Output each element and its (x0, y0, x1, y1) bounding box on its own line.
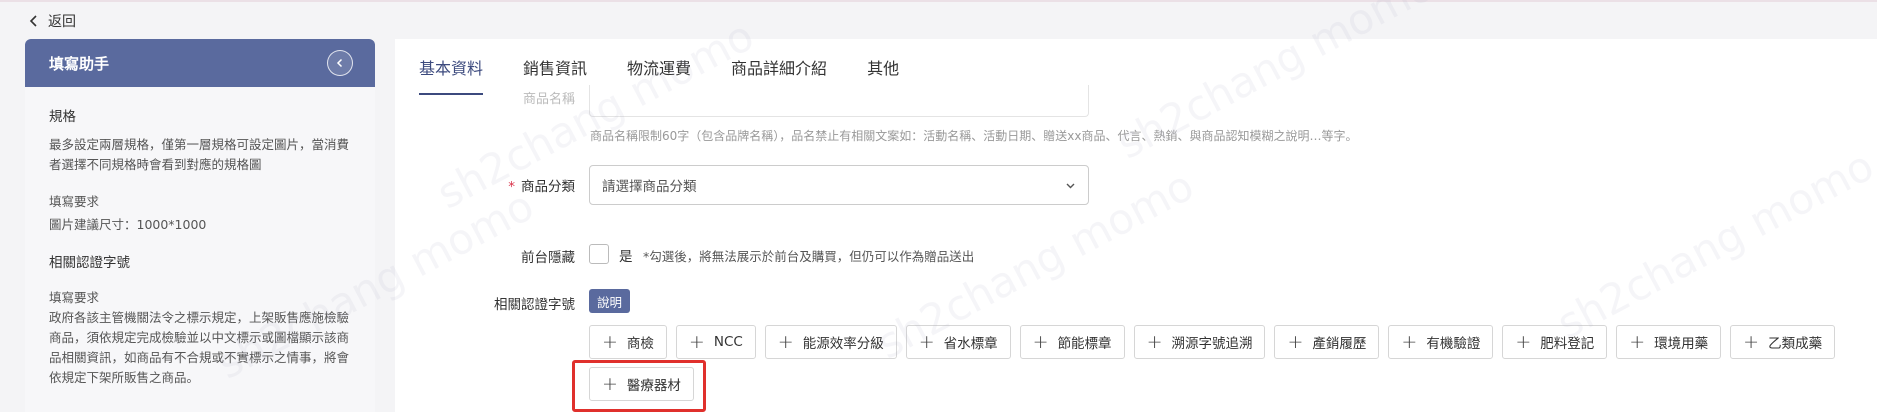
tab-sales-info[interactable]: 銷售資訊 (523, 39, 587, 95)
add-cert-tag-button[interactable]: + 環境用藥 (1616, 325, 1722, 359)
add-cert-tag-button[interactable]: + 產銷履歷 (1274, 325, 1380, 359)
tab-basic-info[interactable]: 基本資料 (419, 39, 484, 95)
plus-icon: + (1032, 330, 1049, 353)
cert-label: 相關認證字號 (494, 297, 575, 313)
helper-section-heading: 填寫要求 (49, 290, 100, 305)
helper-body: 規格 最多設定兩層規格，僅第一層規格可設定圖片，當消費者選擇不同規格時會看到對應… (25, 87, 375, 412)
add-cert-tag-button[interactable]: + 商檢 (589, 325, 667, 359)
plus-icon: + (602, 372, 618, 395)
plus-icon: + (1146, 330, 1163, 353)
hide-hint: *勾選後，將無法展示於前台及購買，但仍可以作為贈品送出 (643, 249, 975, 264)
plus-icon: + (1287, 330, 1304, 353)
add-cert-tag-button[interactable]: + 節能標章 (1019, 325, 1125, 359)
add-cert-tag-button[interactable]: + 乙類成藥 (1730, 325, 1836, 359)
helper-section-heading: 規格 (49, 109, 76, 125)
cert-tag-label: 醫療器材 (626, 378, 681, 394)
product-name-hint: 商品名稱限制60字（包含品牌名稱），品名禁止有相關文案如：活動名稱、活動日期、贈… (590, 129, 1358, 143)
category-placeholder: 請選擇商品分類 (602, 179, 697, 195)
helper-section-value: 圖片建議尺寸：1000*1000 (49, 217, 207, 232)
cert-tag-label: 能源效率分級 (802, 336, 884, 352)
category-select[interactable]: 請選擇商品分類 (589, 165, 1089, 205)
category-label-text: 商品分類 (521, 179, 575, 195)
cert-tag-label: 有機驗證 (1426, 336, 1481, 352)
helper-sidebar: 填寫助手 規格 最多設定兩層規格，僅第一層規格可設定圖片，當消費者選擇不同規格時… (25, 39, 375, 412)
chevron-left-icon (29, 15, 37, 27)
plus-icon: + (688, 330, 705, 353)
chevron-left-icon (336, 58, 343, 68)
chevron-down-icon (1066, 183, 1075, 188)
cert-tag-label: 商檢 (626, 336, 654, 352)
plus-icon: + (1515, 330, 1532, 353)
back-link[interactable]: 返回 (28, 10, 76, 32)
cert-tag-label: NCC (713, 334, 743, 350)
add-cert-tag-button[interactable]: + NCC (675, 325, 756, 359)
cert-tag-label: 省水標章 (943, 336, 998, 352)
add-cert-tag-button[interactable]: + 能源效率分級 (764, 325, 897, 359)
plus-icon: + (918, 330, 935, 353)
cert-tag-list: + 商檢 + NCC + 能源效率分級 + 省水標章 + 節能標章 + 溯源字號追溯 + 產銷… (589, 325, 1877, 401)
cert-tag-label: 產銷履歷 (1312, 336, 1367, 352)
hide-checkbox[interactable] (589, 244, 609, 264)
product-name-input[interactable] (589, 85, 1089, 117)
add-cert-tag-button[interactable]: + 有機驗證 (1388, 325, 1494, 359)
plus-icon: + (602, 330, 618, 353)
cert-tag-label: 乙類成藥 (1768, 336, 1823, 352)
cert-tag-label: 節能標章 (1057, 336, 1112, 352)
helper-title: 填寫助手 (49, 54, 110, 73)
helper-header: 填寫助手 (25, 39, 375, 87)
product-name-label: 商品名稱 (522, 92, 575, 107)
back-label: 返回 (48, 14, 76, 30)
cert-tag-label: 溯源字號追溯 (1171, 336, 1253, 352)
top-border (0, 0, 1877, 2)
plus-icon: + (777, 330, 794, 353)
add-cert-tag-button[interactable]: + 醫療器材 (589, 367, 694, 401)
collapse-helper-button[interactable] (327, 50, 353, 76)
cert-info-button[interactable]: 說明 (589, 289, 631, 313)
plus-icon: + (1743, 330, 1760, 353)
cert-tag-label: 肥料登記 (1540, 336, 1595, 352)
add-cert-tag-button[interactable]: + 溯源字號追溯 (1133, 325, 1266, 359)
hide-option-label: 是 (619, 249, 633, 265)
add-cert-tag-button[interactable]: + 省水標章 (905, 325, 1011, 359)
cert-tag-label: 環境用藥 (1654, 336, 1709, 352)
helper-section-heading: 相關認證字號 (49, 255, 130, 271)
helper-section-heading: 填寫要求 (49, 194, 100, 209)
plus-icon: + (1401, 330, 1418, 353)
helper-section-text: 最多設定兩層規格，僅第一層規格可設定圖片，當消費者選擇不同規格時會看到對應的規格… (49, 137, 350, 172)
plus-icon: + (1629, 330, 1646, 353)
hide-label: 前台隱藏 (521, 250, 575, 266)
add-cert-tag-button[interactable]: + 肥料登記 (1502, 325, 1608, 359)
required-mark: * (508, 179, 515, 195)
helper-section-text: 政府各該主管機關法令之標示規定，上架販售應施檢驗商品，須依規定完成檢驗並以中文標… (49, 310, 350, 385)
main-panel: 基本資料 銷售資訊 物流運費 商品詳細介紹 其他 商品名稱 商品名稱限制60字（… (395, 39, 1877, 412)
category-label: * 商品分類 (395, 175, 575, 195)
